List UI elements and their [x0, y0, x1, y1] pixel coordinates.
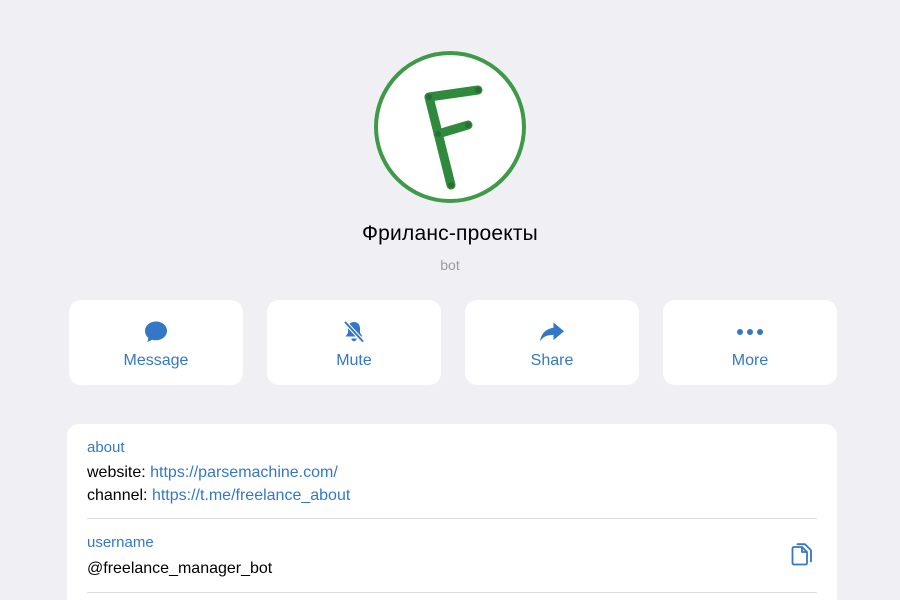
bot-avatar[interactable]: [374, 51, 526, 203]
bot-profile-page: Фриланс-проекты bot Message Mute Share M…: [0, 0, 900, 600]
share-arrow-icon: [540, 322, 564, 342]
bot-name: Фриланс-проекты: [362, 222, 538, 245]
channel-link[interactable]: https://t.me/freelance_about: [152, 487, 350, 504]
bell-slash-icon: [343, 320, 365, 343]
ellipsis-icon: [737, 329, 763, 335]
chat-bubble-icon: [145, 321, 167, 342]
mute-button-label: Mute: [336, 352, 372, 369]
message-button-label: Message: [123, 352, 189, 369]
more-button-label: More: [731, 352, 769, 369]
letter-f-logo-icon: [374, 51, 526, 203]
about-label: about: [87, 439, 125, 456]
message-button[interactable]: Message: [69, 300, 243, 385]
section-divider: [87, 518, 817, 519]
username-label: username: [87, 534, 154, 551]
mute-button[interactable]: Mute: [267, 300, 441, 385]
action-bar: Message Mute Share More: [69, 300, 837, 385]
website-line: website: https://parsemachine.com/: [87, 464, 338, 482]
website-prefix: website:: [87, 464, 151, 481]
bot-type-label: bot: [440, 257, 460, 273]
info-card: about website: https://parsemachine.com/…: [67, 424, 837, 600]
section-divider-bottom: [87, 592, 817, 593]
website-link[interactable]: https://parsemachine.com/: [150, 464, 338, 481]
channel-prefix: channel:: [87, 487, 152, 504]
username-value[interactable]: @freelance_manager_bot: [87, 560, 272, 578]
more-button[interactable]: More: [663, 300, 837, 385]
share-button[interactable]: Share: [465, 300, 639, 385]
share-button-label: Share: [530, 352, 574, 369]
copy-icon[interactable]: [789, 542, 815, 570]
channel-line: channel: https://t.me/freelance_about: [87, 487, 350, 505]
